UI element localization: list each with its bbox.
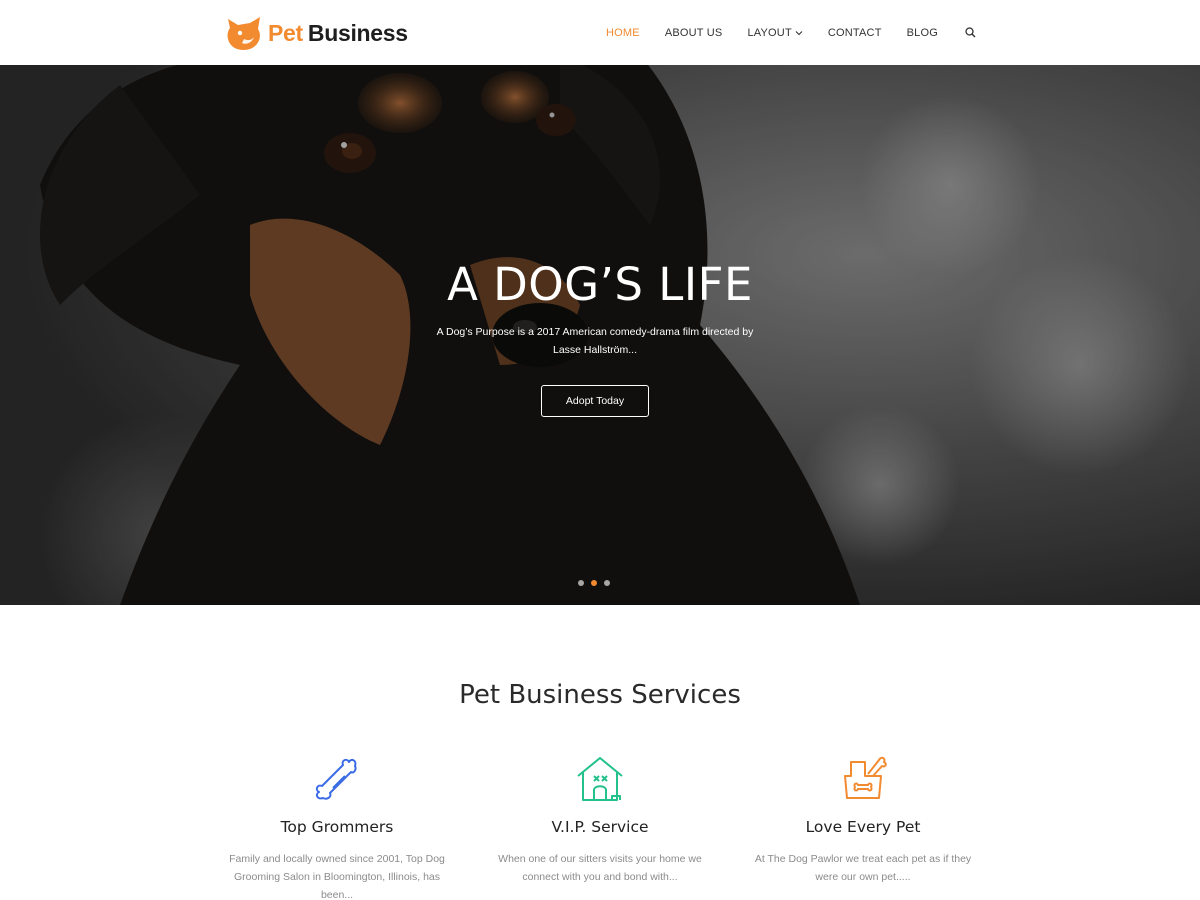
chevron-down-icon <box>795 30 803 35</box>
slider-dot-2[interactable] <box>591 580 597 586</box>
service-description: Family and locally owned since 2001, Top… <box>229 853 445 900</box>
logo-text-business: Business <box>307 19 408 46</box>
service-card: Love Every Pet At The Dog Pawlor we trea… <box>738 752 988 886</box>
slider-dot-3[interactable] <box>604 580 610 586</box>
nav-about-us[interactable]: ABOUT US <box>665 27 723 39</box>
service-description: When one of our sitters visits your home… <box>498 853 702 883</box>
adopt-today-button[interactable]: Adopt Today <box>541 385 649 417</box>
dog-logo-icon <box>227 17 260 50</box>
slider-dot-1[interactable] <box>578 580 584 586</box>
bone-icon <box>315 758 357 800</box>
main-nav: HOME ABOUT US LAYOUT CONTACT BLOG <box>581 0 976 65</box>
site-logo[interactable]: Pet Business <box>224 12 408 54</box>
nav-layout[interactable]: LAYOUT <box>747 26 803 39</box>
service-card: Top Grommers Family and locally owned si… <box>212 752 462 900</box>
dog-house-icon <box>577 757 623 801</box>
slider-pagination <box>578 580 617 586</box>
hero-subtitle: A Dog’s Purpose is a 2017 American comed… <box>436 326 754 356</box>
service-name: V.I.P. Service <box>551 818 649 836</box>
service-description: At The Dog Pawlor we treat each pet as i… <box>754 853 972 883</box>
services-title: Pet Business Services <box>459 680 741 710</box>
service-card: V.I.P. Service When one of our sitters v… <box>475 752 725 886</box>
hero-title: A DOG’S LIFE <box>447 258 753 311</box>
logo-text-pet: Pet <box>268 19 303 46</box>
service-name: Love Every Pet <box>805 818 921 836</box>
site-header: Pet Business HOME ABOUT US LAYOUT CONTAC… <box>0 0 1200 65</box>
nav-contact[interactable]: CONTACT <box>828 27 882 39</box>
nav-home[interactable]: HOME <box>606 27 640 39</box>
search-icon[interactable] <box>965 27 976 38</box>
hero-slider: A DOG’S LIFE A Dog’s Purpose is a 2017 A… <box>0 65 1200 605</box>
service-name: Top Grommers <box>280 818 394 836</box>
nav-layout-label: LAYOUT <box>747 26 792 39</box>
nav-blog[interactable]: BLOG <box>907 27 938 39</box>
food-bowl-icon <box>844 756 887 799</box>
